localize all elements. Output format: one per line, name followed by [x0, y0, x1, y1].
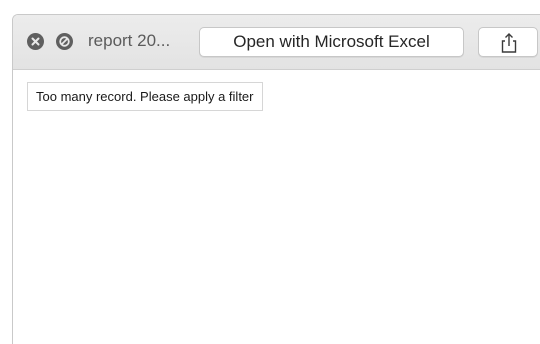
close-icon[interactable]: [27, 33, 44, 50]
titlebar: report 20... Open with Microsoft Excel: [13, 15, 540, 70]
fullscreen-icon[interactable]: [56, 33, 73, 50]
quicklook-window: report 20... Open with Microsoft Excel T…: [12, 14, 540, 344]
share-button[interactable]: [478, 27, 538, 57]
preview-content: Too many record. Please apply a filter: [13, 71, 540, 344]
window-title: report 20...: [88, 31, 171, 50]
filter-warning-message: Too many record. Please apply a filter: [27, 82, 263, 111]
open-with-excel-button[interactable]: Open with Microsoft Excel: [199, 27, 464, 57]
